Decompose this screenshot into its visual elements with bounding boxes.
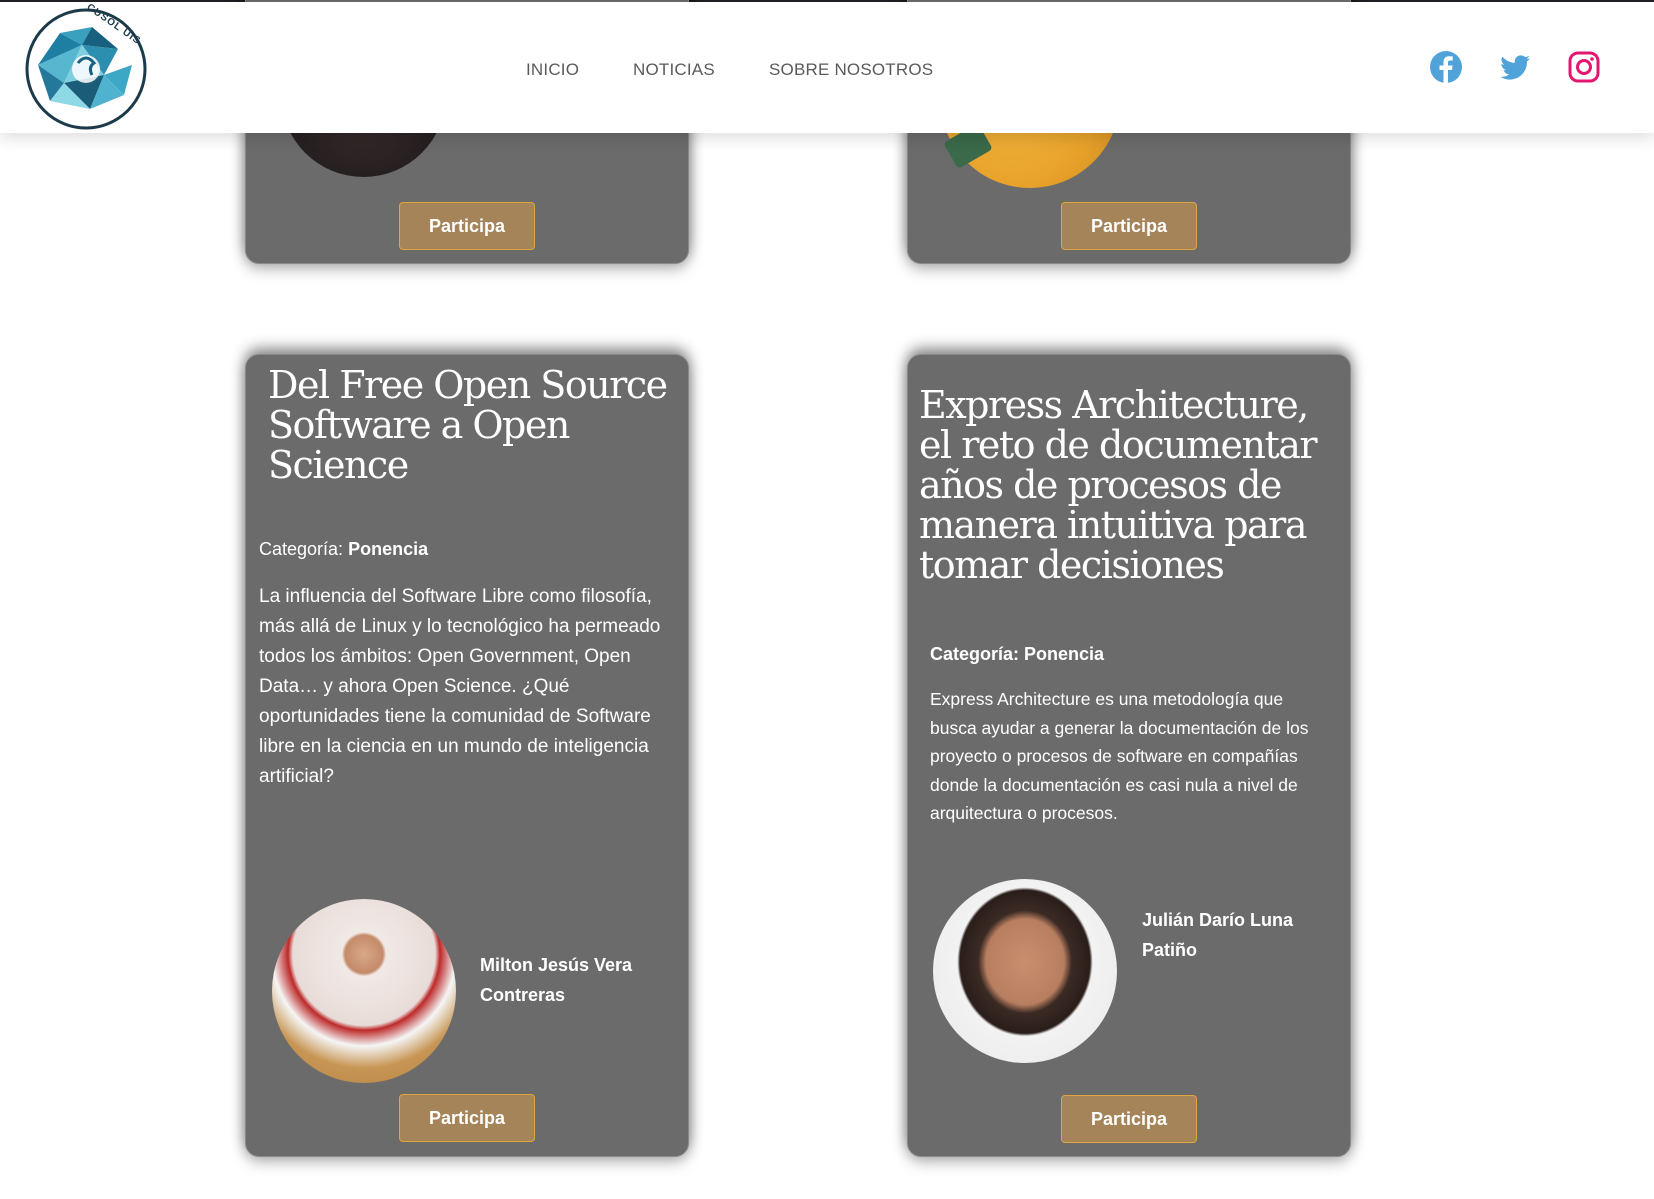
main-nav: INICIO NOTICIAS SOBRE NOSOTROS <box>0 58 1654 82</box>
event-card: Del Free Open Source Software a Open Sci… <box>245 354 689 1157</box>
nav-item-noticias[interactable]: NOTICIAS <box>633 58 715 82</box>
category-label: Categoría: <box>259 539 344 559</box>
event-category: Categoría: Ponencia <box>259 539 428 560</box>
nav-item-sobre-nosotros[interactable]: SOBRE NOSOTROS <box>769 58 933 82</box>
twitter-icon <box>1500 55 1530 80</box>
participa-button[interactable]: Participa <box>1061 1095 1197 1143</box>
speaker-photo <box>272 899 456 1083</box>
event-card: Express Architecture, el reto de documen… <box>907 354 1351 1157</box>
event-title: Del Free Open Source Software a Open Sci… <box>268 363 668 487</box>
event-category: Categoría: Ponencia <box>930 644 1104 665</box>
category-value: Ponencia <box>1024 644 1105 664</box>
event-description: La influencia del Software Libre como fi… <box>259 586 661 787</box>
speaker-name: Julián Darío Luna Patiño <box>1142 910 1294 960</box>
category-label: Categoría: <box>930 644 1020 664</box>
participa-button[interactable]: Participa <box>399 202 535 250</box>
participa-button[interactable]: Participa <box>399 1094 535 1142</box>
facebook-icon <box>1430 51 1462 83</box>
event-title: Express Architecture, el reto de documen… <box>919 383 1318 587</box>
facebook-link[interactable] <box>1429 50 1463 84</box>
participa-button[interactable]: Participa <box>1061 202 1197 250</box>
category-value: Ponencia <box>348 539 429 559</box>
nav-item-inicio[interactable]: INICIO <box>526 58 579 82</box>
speaker-name: Milton Jesús Vera Contreras <box>480 955 633 1005</box>
instagram-icon <box>1568 51 1600 83</box>
speaker-photo <box>933 879 1117 1063</box>
event-description: Express Architecture es una metodología … <box>930 689 1309 823</box>
site-header: CUSOL UIS INICIO NOTICIAS SOBRE NOSOTROS <box>0 2 1654 133</box>
instagram-link[interactable] <box>1567 50 1601 84</box>
twitter-link[interactable] <box>1498 50 1532 84</box>
